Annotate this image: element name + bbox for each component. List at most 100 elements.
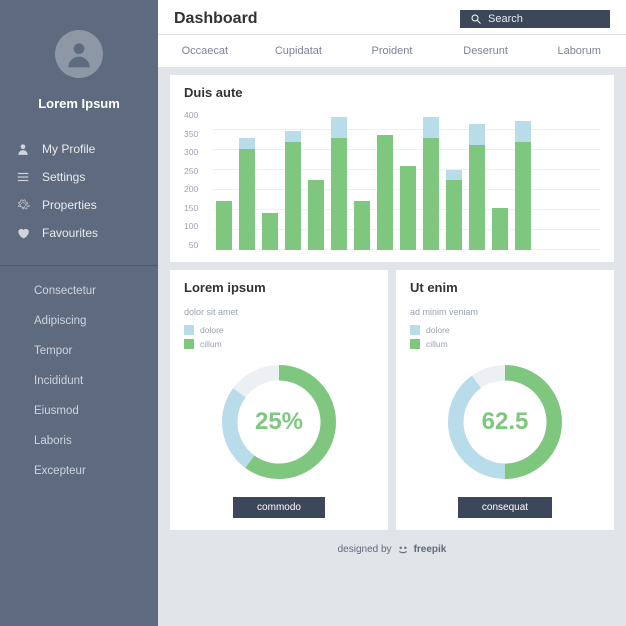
donut-subtitle: ad minim veniam <box>410 307 600 317</box>
donut-title: Ut enim <box>410 280 600 295</box>
donut-card-1: Lorem ipsum dolor sit amet dolore cillum… <box>170 270 388 530</box>
bar-column <box>331 117 347 250</box>
legend: dolore cillum <box>410 325 600 349</box>
nav-label: Adipiscing <box>34 315 86 327</box>
nav-label: Properties <box>42 198 97 212</box>
nav-sec-eiusmod[interactable]: Eiusmod <box>0 396 158 426</box>
bar-column <box>492 208 508 250</box>
donut-row: Lorem ipsum dolor sit amet dolore cillum… <box>170 270 614 530</box>
bar-segment-blue <box>239 138 255 149</box>
freepik-logo-icon <box>396 542 410 556</box>
donut-center-value: 25% <box>255 408 303 436</box>
legend-item-green: cillum <box>184 339 374 349</box>
nav-label: Favourites <box>42 226 98 240</box>
legend-item-green: cillum <box>410 339 600 349</box>
donut-wrap: 62.5 <box>410 357 600 487</box>
bar-plot <box>212 110 600 250</box>
avatar[interactable] <box>55 30 103 78</box>
bar-segment-green <box>469 145 485 250</box>
legend-label: cillum <box>426 339 448 349</box>
donut-wrap: 25% <box>184 357 374 487</box>
nav-sec-adipiscing[interactable]: Adipiscing <box>0 306 158 336</box>
bar-segment-green <box>216 201 232 250</box>
bar-segment-green <box>262 213 278 250</box>
donut-card-2: Ut enim ad minim veniam dolore cillum 62… <box>396 270 614 530</box>
bar-column <box>308 180 324 250</box>
heart-icon <box>14 226 32 240</box>
footer-prefix: designed by <box>338 544 392 555</box>
swatch-blue <box>184 325 194 335</box>
bar-segment-blue <box>331 117 347 138</box>
search-box[interactable] <box>460 10 610 28</box>
bar-segment-blue <box>515 121 531 142</box>
tab-laborum[interactable]: Laborum <box>532 35 626 67</box>
bar-segment-green <box>331 138 347 250</box>
commodo-button[interactable]: commodo <box>233 497 325 518</box>
nav-sec-consectetur[interactable]: Consectetur <box>0 276 158 306</box>
legend-item-blue: dolore <box>410 325 600 335</box>
consequat-button[interactable]: consequat <box>458 497 552 518</box>
bar-segment-green <box>446 180 462 250</box>
bar-segment-green <box>285 142 301 251</box>
nav-properties[interactable]: Properties <box>0 191 158 219</box>
nav-settings[interactable]: Settings <box>0 163 158 191</box>
main: Dashboard Occaecat Cupidatat Proident De… <box>158 0 626 626</box>
page-title: Dashboard <box>174 10 258 28</box>
legend-label: dolore <box>426 325 450 335</box>
swatch-green <box>410 339 420 349</box>
nav-label: Tempor <box>34 345 72 357</box>
nav-my-profile[interactable]: My Profile <box>0 135 158 163</box>
bar-column <box>239 138 255 250</box>
bar-column <box>423 117 439 250</box>
nav-label: Excepteur <box>34 465 86 477</box>
tab-cupidat[interactable]: Cupidatat <box>252 35 346 67</box>
content: Duis aute 40035030025020015010050 Lorem … <box>158 67 626 570</box>
nav-secondary: Consectetur Adipiscing Tempor Incididunt… <box>0 270 158 492</box>
y-tick: 400 <box>184 110 198 120</box>
nav-sec-incididunt[interactable]: Incididunt <box>0 366 158 396</box>
bar-column <box>400 166 416 250</box>
bar-column <box>446 170 462 251</box>
nav-label: Consectetur <box>34 285 96 297</box>
nav-favourites[interactable]: Favourites <box>0 219 158 247</box>
swatch-blue <box>410 325 420 335</box>
nav-sec-laboris[interactable]: Laboris <box>0 426 158 456</box>
donut-center-value: 62.5 <box>482 408 529 436</box>
y-tick: 100 <box>184 221 198 231</box>
bar-column <box>285 131 301 250</box>
bar-segment-green <box>492 208 508 250</box>
bar-segment-green <box>354 201 370 250</box>
bar-column <box>354 201 370 250</box>
bar-column <box>515 121 531 251</box>
bar-column <box>377 135 393 251</box>
tab-proident[interactable]: Proident <box>345 35 439 67</box>
legend-item-blue: dolore <box>184 325 374 335</box>
bar-segment-green <box>423 138 439 250</box>
app-root: Lorem Ipsum My Profile Settings Properti… <box>0 0 626 626</box>
search-input[interactable] <box>488 13 626 25</box>
bar-column <box>469 124 485 250</box>
bar-segment-green <box>400 166 416 250</box>
username: Lorem Ipsum <box>38 96 120 111</box>
footer-credit: designed by freepik <box>170 538 614 566</box>
bar-segment-green <box>308 180 324 250</box>
bar-chart-card: Duis aute 40035030025020015010050 <box>170 75 614 262</box>
nav-sec-excepteur[interactable]: Excepteur <box>0 456 158 486</box>
sidebar-divider <box>0 265 158 266</box>
nav-sec-tempor[interactable]: Tempor <box>0 336 158 366</box>
y-tick: 300 <box>184 147 198 157</box>
nav-label: Settings <box>42 170 85 184</box>
gear-icon <box>14 198 32 212</box>
tab-occaecat[interactable]: Occaecat <box>158 35 252 67</box>
sidebar: Lorem Ipsum My Profile Settings Properti… <box>0 0 158 626</box>
bar-chart-title: Duis aute <box>184 85 600 100</box>
legend-label: cillum <box>200 339 222 349</box>
tab-deserunt[interactable]: Deserunt <box>439 35 533 67</box>
legend: dolore cillum <box>184 325 374 349</box>
bar-segment-green <box>515 142 531 251</box>
nav-label: My Profile <box>42 142 95 156</box>
profile-block: Lorem Ipsum <box>0 20 158 127</box>
menu-icon <box>14 170 32 184</box>
nav-label: Laboris <box>34 435 72 447</box>
search-icon <box>470 13 482 25</box>
